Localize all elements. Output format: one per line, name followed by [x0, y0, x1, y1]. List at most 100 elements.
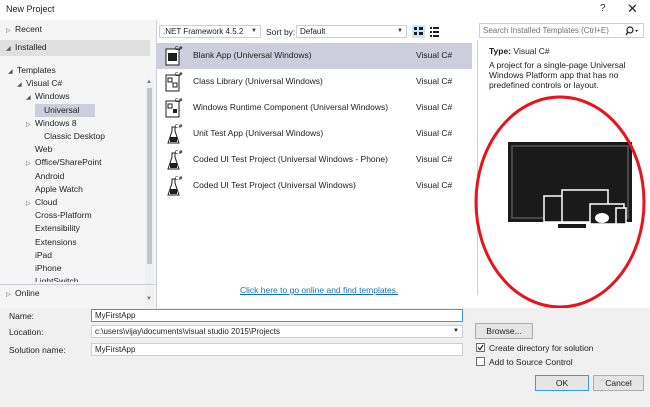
solution-name-label: Solution name:: [9, 345, 66, 355]
template-row[interactable]: C# Class Library (Universal Windows) Vis…: [156, 69, 472, 95]
tree-item-label: Templates: [17, 65, 56, 75]
collapse-arrow-icon: ◢: [17, 82, 22, 89]
chevron-down-icon[interactable]: ▼: [453, 326, 459, 337]
svg-text:C#: C#: [175, 150, 183, 156]
template-row[interactable]: C# Windows Runtime Component (Universal …: [156, 95, 472, 121]
annotation-circle: [474, 95, 646, 309]
search-box[interactable]: Search Installed Templates (Ctrl+E): [479, 23, 644, 38]
tree-item-label: Windows 8: [35, 117, 77, 128]
collapse-arrow-icon: ◢: [8, 69, 13, 75]
expand-arrow-icon: ▷: [6, 28, 11, 34]
tree-item[interactable]: ▷ Windows 8: [26, 117, 77, 130]
grid-view-icon[interactable]: [412, 25, 425, 38]
sort-dropdown[interactable]: Default ▼: [296, 25, 407, 38]
framework-dropdown[interactable]: .NET Framework 4.5.2 ▼: [159, 25, 261, 38]
tree-item-label: Classic Desktop: [44, 131, 105, 141]
create-directory-label: Create directory for solution: [489, 343, 594, 353]
tree-item-label: LightSwitch: [35, 276, 79, 283]
svg-text:C#: C#: [175, 46, 183, 52]
create-directory-checkbox[interactable]: [476, 343, 485, 352]
template-row[interactable]: C# Unit Test App (Universal Windows) Vis…: [156, 121, 472, 147]
tree-item[interactable]: ◢ Templates: [8, 64, 56, 77]
window-title: New Project: [6, 4, 55, 14]
tree-item-label: iPhone: [35, 263, 62, 273]
template-row[interactable]: C# Coded UI Test Project (Universal Wind…: [156, 173, 472, 199]
runtime-component-icon: C#: [165, 98, 183, 118]
tree-item-label: Extensibility: [35, 223, 80, 234]
tree-item[interactable]: Apple Watch: [26, 183, 83, 196]
tree-item[interactable]: Android: [26, 170, 64, 183]
ok-button[interactable]: OK: [535, 375, 589, 391]
list-view-icon[interactable]: [428, 25, 441, 38]
tree-item[interactable]: iPhone: [26, 262, 61, 275]
tree-item-label: Windows: [35, 91, 70, 102]
template-row[interactable]: C# Coded UI Test Project (Universal Wind…: [156, 147, 472, 173]
unit-test-icon: C#: [167, 124, 183, 144]
tree-item[interactable]: Universal: [35, 103, 95, 117]
tree-item[interactable]: Extensibility: [26, 222, 80, 235]
svg-text:C#: C#: [175, 98, 183, 104]
coded-ui-test-icon: C#: [167, 150, 183, 170]
tree-item[interactable]: ▷ Cloud: [26, 196, 57, 209]
collapse-arrow-icon: ◢: [26, 95, 31, 102]
location-field[interactable]: c:\users\vijay\documents\visual studio 2…: [91, 325, 463, 338]
tree-item-online[interactable]: ▷ Online: [6, 287, 40, 300]
scroll-down-icon[interactable]: ▼: [146, 296, 152, 302]
tree-item-label: Cross-Platform: [35, 210, 92, 221]
tree-item[interactable]: Cross-Platform: [26, 209, 92, 222]
tree-item[interactable]: ▷ Office/SharePoint: [26, 156, 101, 169]
type-info: Type: Visual C#: [489, 46, 550, 56]
tree-item[interactable]: ◢ Windows: [26, 90, 69, 103]
tree-item-label: iPad: [35, 249, 53, 260]
tree-item-recent[interactable]: ▷ Recent: [6, 23, 42, 36]
expand-arrow-icon: ▷: [26, 121, 31, 128]
coded-ui-test-icon: C#: [167, 176, 183, 196]
tree-item[interactable]: Web: [26, 143, 52, 156]
csharp-project-icon: C#: [165, 46, 183, 66]
cancel-button[interactable]: Cancel: [593, 375, 644, 391]
scroll-thumb[interactable]: [147, 88, 152, 264]
class-library-icon: C#: [165, 72, 183, 92]
checkmark-icon: [477, 344, 484, 351]
tree-item[interactable]: ◢ Visual C#: [17, 77, 62, 90]
add-source-control-checkbox[interactable]: [476, 357, 485, 366]
tree-item[interactable]: Extensions: [26, 236, 77, 249]
name-field[interactable]: MyFirstApp: [91, 309, 463, 322]
search-input[interactable]: Search Installed Templates (Ctrl+E): [483, 26, 609, 35]
tree-scrollbar[interactable]: ▲ ▼: [145, 79, 154, 305]
tree-item[interactable]: iPad: [26, 249, 52, 262]
tree-item-label: Office/SharePoint: [35, 157, 102, 168]
tree-item-installed[interactable]: ◢ Installed: [6, 41, 47, 54]
expand-arrow-icon: ▷: [6, 292, 11, 298]
chevron-down-icon: ▼: [251, 28, 257, 34]
template-tree-panel: ▷ Recent ◢ Installed ◢ Templates ◢ Visual C# ◢…: [0, 20, 156, 308]
close-button[interactable]: ✕: [627, 1, 638, 17]
name-label: Name:: [9, 311, 35, 321]
online-templates-link[interactable]: Click here to go online and find templat…: [240, 285, 398, 295]
tree-item[interactable]: Classic Desktop: [35, 130, 105, 143]
scroll-up-icon[interactable]: ▲: [146, 79, 152, 85]
tree-item-label: Cloud: [35, 197, 58, 207]
svg-text:C#: C#: [175, 124, 183, 130]
title-bar: New Project ? ✕: [0, 0, 650, 20]
collapse-arrow-icon: ◢: [6, 46, 11, 52]
svg-text:C#: C#: [175, 72, 183, 78]
svg-text:C#: C#: [175, 176, 183, 182]
browse-button[interactable]: Browse...: [475, 323, 533, 339]
solution-name-field[interactable]: MyFirstApp: [91, 343, 463, 356]
template-description: A project for a single-page Universal Wi…: [489, 60, 626, 90]
tree-item-label: Web: [35, 144, 53, 155]
tree-item-label: Android: [35, 170, 65, 181]
template-row[interactable]: C# Blank App (Universal Windows) Visual …: [156, 43, 472, 69]
help-button[interactable]: ?: [600, 3, 606, 14]
add-source-control-label: Add to Source Control: [489, 357, 573, 367]
tree-item-label: Extensions: [35, 236, 77, 247]
tree-item-label: Universal: [44, 104, 80, 115]
tree-item-label: Apple Watch: [35, 183, 83, 194]
search-icon[interactable]: [625, 25, 641, 37]
divider: [0, 284, 156, 285]
tree-item-label: Visual C#: [26, 78, 63, 89]
chevron-down-icon: ▼: [397, 28, 403, 34]
tree-item[interactable]: LightSwitch: [26, 275, 78, 282]
location-label: Location:: [9, 327, 44, 337]
